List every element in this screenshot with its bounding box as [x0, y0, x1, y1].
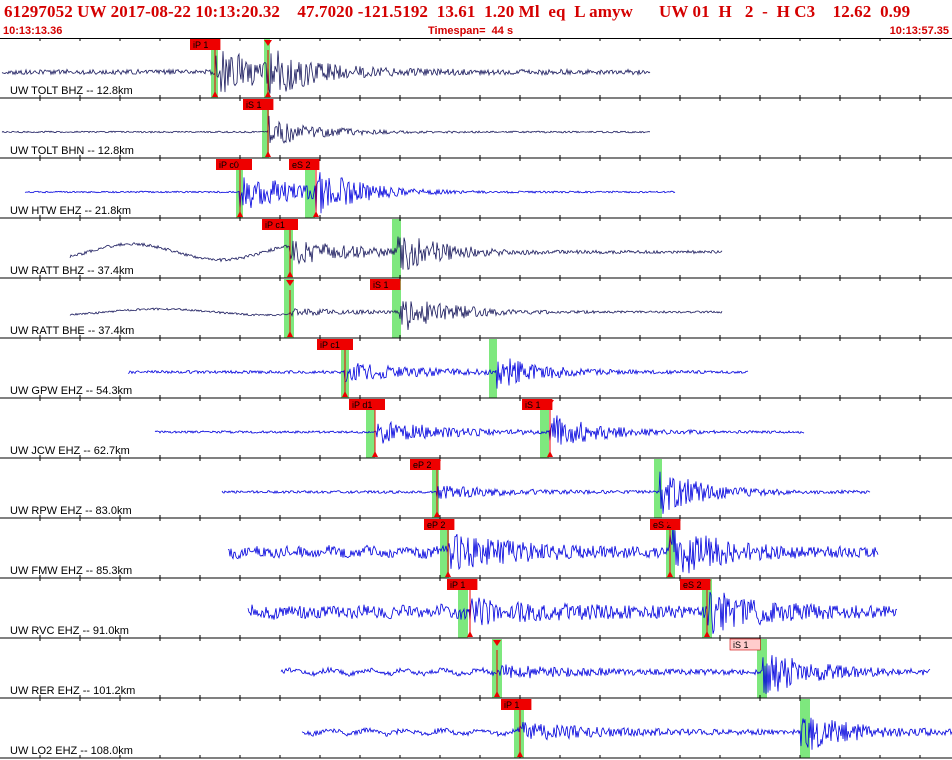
trace-row[interactable]: iP c0 eS 2 UW HTW EHZ -- 21.8km	[0, 158, 952, 219]
pick-window	[489, 339, 497, 398]
station-label: UW RER EHZ -- 101.2km	[10, 685, 135, 697]
waveform	[1, 115, 651, 144]
phase-pick[interactable]: iS 1	[493, 638, 761, 697]
waveform	[227, 524, 879, 574]
start-time-label: 10:13:13.36	[3, 25, 63, 37]
station-label: UW TOLT BHN -- 12.8km	[10, 145, 134, 157]
pick-tag-label: iP 1	[450, 580, 465, 590]
end-time-label: 10:13:57.35	[889, 25, 949, 37]
station-label: UW GPW EHZ -- 54.3km	[10, 385, 132, 397]
station-label: UW LO2 EHZ -- 108.0km	[10, 745, 133, 757]
station-label: UW HTW EHZ -- 21.8km	[10, 205, 131, 217]
pick-tag-label: iS 1	[373, 280, 389, 290]
trace-row[interactable]: eP 2 eS 2UW FMW EHZ -- 85.3km	[0, 518, 952, 579]
pick-tag-label: iP d1	[352, 400, 372, 410]
pick-window	[392, 219, 401, 278]
pick-tag-label: iS 1	[246, 100, 262, 110]
trace-row[interactable]: iP c1 UW RATT BHZ -- 37.4km	[0, 218, 952, 279]
waveform	[221, 471, 871, 514]
phase-pick[interactable]: iS 1	[522, 399, 554, 457]
station-label: UW RPW EHZ -- 83.0km	[10, 505, 132, 517]
station-label: UW TOLT BHZ -- 12.8km	[10, 85, 133, 97]
event-summary-title: 61297052 UW 2017-08-22 10:13:20.32 47.70…	[4, 2, 911, 21]
pick-tag-label: eS 2	[292, 160, 311, 170]
pick-tag-label: iP c1	[320, 340, 340, 350]
trace-row[interactable]: iP 1 UW TOLT BHZ -- 12.8km	[0, 38, 952, 99]
trace-row[interactable]: iS 1 UW TOLT BHN -- 12.8km	[0, 98, 952, 159]
pick-tag-label: eS 2	[683, 580, 702, 590]
waveform	[280, 655, 931, 694]
trace-row[interactable]: eP 2 UW RPW EHZ -- 83.0km	[0, 458, 952, 519]
station-label: UW RATT BHE -- 37.4km	[10, 325, 134, 337]
pick-tag-label: iP c1	[265, 220, 285, 230]
waveform	[301, 717, 952, 750]
waveform	[127, 358, 749, 389]
pick-tag-label: iP c0	[219, 160, 239, 170]
pick-tag-label: iS 1	[733, 640, 749, 650]
waveform	[247, 591, 898, 634]
trace-row[interactable]: iP d1 iS 1 UW JCW EHZ -- 62.7km	[0, 398, 952, 459]
station-label: UW JCW EHZ -- 62.7km	[10, 445, 130, 457]
pick-tag-label: eP 2	[413, 460, 431, 470]
phase-pick[interactable]: iS 1	[286, 279, 401, 337]
trace-row[interactable]: iP 1 eS 2 UW RVC EHZ -- 91.0km	[0, 578, 952, 639]
seismogram-panel[interactable]: iP 1 UW TOLT BHZ -- 12.8km iS 1 UW TOLT BHN…	[0, 38, 952, 760]
trace-row[interactable]: iP c1 UW GPW EHZ -- 54.3km	[0, 338, 952, 399]
trace-row[interactable]: iS 1 UW RATT BHE -- 37.4km	[0, 278, 952, 339]
pick-window	[284, 279, 294, 338]
timespan-label: Timespan= 44 s	[428, 25, 514, 37]
pick-tag-label: iS 1	[525, 400, 541, 410]
waveform	[154, 415, 805, 445]
trace-row[interactable]: iS 1 UW RER EHZ -- 101.2km	[0, 638, 952, 699]
pick-tag-label: eP 2	[427, 520, 445, 530]
station-label: UW RVC EHZ -- 91.0km	[10, 625, 129, 637]
station-label: UW FMW EHZ -- 85.3km	[10, 565, 132, 577]
trace-row[interactable]: iP 1UW LO2 EHZ -- 108.0km	[0, 698, 952, 759]
pick-tag-label: iP 1	[193, 40, 208, 50]
station-label: UW RATT BHZ -- 37.4km	[10, 265, 134, 277]
event-header: 61297052 UW 2017-08-22 10:13:20.32 47.70…	[0, 0, 952, 40]
